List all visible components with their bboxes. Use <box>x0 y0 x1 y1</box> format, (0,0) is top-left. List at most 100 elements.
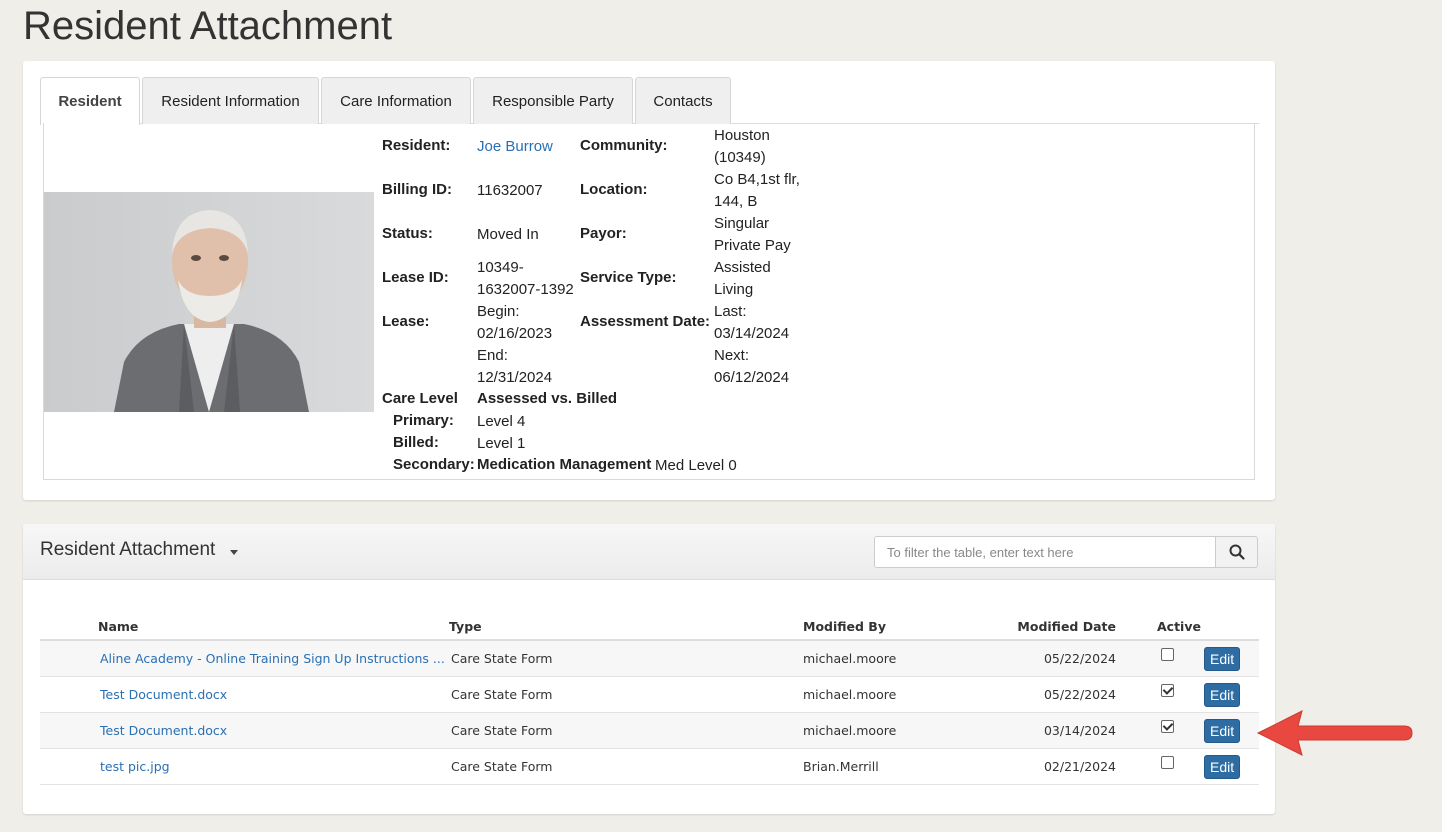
table-row: Test Document.docx Care State Form michael… <box>40 712 1259 749</box>
lease-begin-label: Begin: <box>477 303 520 320</box>
attachment-modified-date: 03/14/2024 <box>1043 722 1116 738</box>
payor-value-line1: Singular <box>714 215 770 232</box>
row-spacer <box>40 676 98 713</box>
lease-label: Lease: <box>382 313 430 330</box>
location-value-line1: Co B4,1st flr, <box>714 171 800 188</box>
secondary-value: Med Level 0 <box>655 457 737 474</box>
page-title: Resident Attachment <box>23 4 393 48</box>
assessment-next-label: Next: <box>714 347 750 364</box>
header-actions <box>1204 614 1259 641</box>
attachment-name-link[interactable]: Aline Academy - Online Training Sign Up … <box>100 651 445 666</box>
annotation-arrow-icon <box>1256 710 1413 756</box>
edit-button[interactable]: Edit <box>1204 719 1241 743</box>
table-header-row: Name Type Modified By Modified Date Acti… <box>40 614 1259 641</box>
attachment-modified-date: 02/21/2024 <box>1043 758 1116 774</box>
active-checkbox[interactable] <box>1161 648 1174 662</box>
active-checkbox[interactable] <box>1161 756 1174 769</box>
header-spacer <box>40 614 98 641</box>
assessment-next-value: 06/12/2024 <box>714 369 790 386</box>
tab-care-information[interactable]: Care Information <box>321 77 471 124</box>
attachment-modified-by: michael.moore <box>803 650 897 666</box>
lease-end-label: End: <box>477 347 508 364</box>
attachment-modified-by: michael.moore <box>803 722 897 738</box>
attachment-modified-date: 05/22/2024 <box>1043 686 1116 702</box>
assessment-last-value: 03/14/2024 <box>714 325 790 342</box>
payor-value-line2: Private Pay <box>714 237 791 254</box>
secondary-label: Secondary: <box>393 456 475 473</box>
edit-button[interactable]: Edit <box>1204 647 1241 672</box>
lease-end-value: 12/31/2024 <box>477 369 553 386</box>
attachments-table: Name Type Modified By Modified Date Acti… <box>40 614 1259 785</box>
attachment-modified-date: 05/22/2024 <box>1043 650 1116 666</box>
lease-id-label: Lease ID: <box>382 269 449 286</box>
service-type-label: Service Type: <box>580 269 677 286</box>
row-spacer <box>40 748 98 785</box>
attachment-name-link[interactable]: Test Document.docx <box>100 723 227 738</box>
attachment-type: Care State Form <box>451 758 553 774</box>
attachment-name-link[interactable]: test pic.jpg <box>100 759 170 774</box>
billed-value: Level 1 <box>477 435 526 452</box>
table-row: Aline Academy - Online Training Sign Up … <box>40 640 1259 677</box>
row-spacer <box>40 712 98 749</box>
assessed-vs-billed-label: Assessed vs. Billed <box>477 390 618 407</box>
attachment-modified-by: Brian.Merrill <box>803 758 879 774</box>
column-header-active[interactable]: Active <box>1132 614 1204 641</box>
search-button[interactable] <box>1215 536 1258 568</box>
location-value-line2: 144, B <box>714 193 758 210</box>
table-row: Test Document.docx Care State Form michael… <box>40 676 1259 713</box>
tab-contacts[interactable]: Contacts <box>635 77 731 124</box>
attachments-title-dropdown[interactable]: Resident Attachment <box>40 539 215 561</box>
tab-resident[interactable]: Resident <box>40 77 140 125</box>
lease-id-value-line1: 10349- <box>477 259 524 276</box>
column-header-name[interactable]: Name <box>98 614 449 641</box>
active-checkbox[interactable] <box>1161 720 1174 733</box>
attachments-table-body: Aline Academy - Online Training Sign Up … <box>40 640 1259 785</box>
tab-bar: Resident Resident Information Care Infor… <box>40 77 1259 125</box>
table-row: test pic.jpg Care State Form Brian.Merrill… <box>40 748 1259 785</box>
attachment-type: Care State Form <box>451 686 553 702</box>
edit-button[interactable]: Edit <box>1204 683 1241 707</box>
assessment-date-label: Assessment Date: <box>580 313 711 330</box>
billing-id-value: 11632007 <box>477 182 543 199</box>
location-label: Location: <box>580 181 648 198</box>
service-type-value-line1: Assisted <box>714 259 771 276</box>
attachment-name-link[interactable]: Test Document.docx <box>100 687 227 702</box>
assessment-last-label: Last: <box>714 303 747 320</box>
community-value-line1: Houston <box>714 127 770 144</box>
resident-photo <box>44 192 374 412</box>
resident-info-box: Resident: Joe Burrow Billing ID: 1163200… <box>43 123 1255 480</box>
attachments-panel: Resident Attachment Name Type Modified B… <box>23 524 1275 814</box>
column-header-type[interactable]: Type <box>449 614 801 641</box>
attachment-type: Care State Form <box>451 650 553 666</box>
status-value: Moved In <box>477 226 539 243</box>
tab-responsible-party[interactable]: Responsible Party <box>473 77 633 124</box>
active-checkbox[interactable] <box>1161 684 1174 697</box>
column-header-modified-by[interactable]: Modified By <box>801 614 1001 641</box>
attachments-panel-header: Resident Attachment <box>23 524 1275 580</box>
lease-begin-value: 02/16/2023 <box>477 325 553 342</box>
secondary-name: Medication Management <box>477 456 652 473</box>
tab-resident-information[interactable]: Resident Information <box>142 77 319 124</box>
primary-value: Level 4 <box>477 413 526 430</box>
edit-button[interactable]: Edit <box>1204 755 1241 779</box>
column-header-modified-date[interactable]: Modified Date <box>1001 614 1132 641</box>
status-label: Status: <box>382 225 433 242</box>
row-spacer <box>40 640 98 677</box>
primary-label: Primary: <box>393 412 454 429</box>
community-label: Community: <box>580 137 668 154</box>
care-level-label: Care Level <box>382 390 458 407</box>
attachment-modified-by: michael.moore <box>803 686 897 702</box>
resident-summary-panel: Resident Resident Information Care Infor… <box>23 61 1275 500</box>
billed-label: Billed: <box>393 434 439 451</box>
attachment-type: Care State Form <box>451 722 553 738</box>
service-type-value-line2: Living <box>714 281 754 298</box>
community-value-line2: (10349) <box>714 149 766 166</box>
resident-name-link[interactable]: Joe Burrow <box>477 136 553 158</box>
caret-down-icon[interactable] <box>230 550 238 555</box>
table-filter-input[interactable] <box>874 536 1217 568</box>
billing-id-label: Billing ID: <box>382 181 452 198</box>
payor-label: Payor: <box>580 225 627 242</box>
resident-label: Resident: <box>382 137 451 154</box>
search-icon <box>1229 544 1245 560</box>
lease-id-value-line2: 1632007-1392 <box>477 281 574 298</box>
